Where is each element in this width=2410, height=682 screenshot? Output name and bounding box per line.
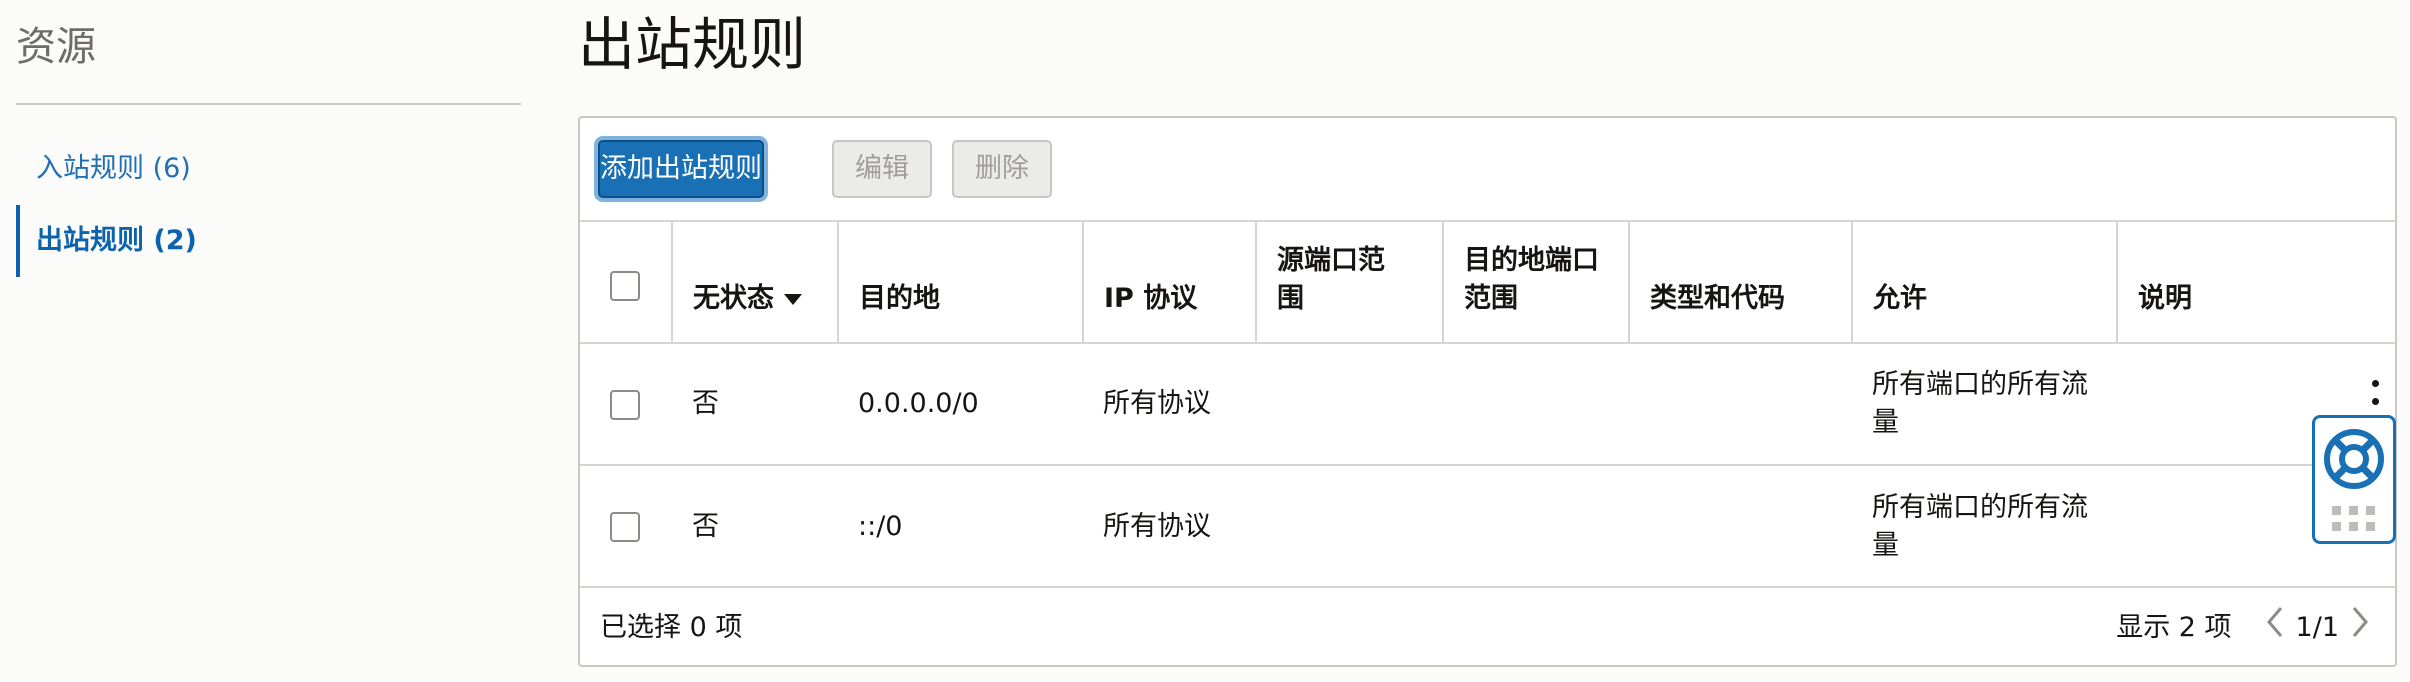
lifebuoy-icon[interactable]: [2323, 428, 2385, 494]
column-header-source-port-range: 源端口范 围: [1255, 220, 1443, 343]
cell-destination-ports: [1443, 464, 1629, 587]
help-widget[interactable]: [2312, 415, 2396, 544]
cell-allows: 所有端口的所有流 量: [1852, 464, 2117, 587]
cell-source-ports: [1256, 342, 1443, 465]
table-row[interactable]: 否 ::/0 所有协议 所有端口的所有流 量: [580, 464, 2395, 587]
delete-button[interactable]: 删除: [952, 140, 1052, 198]
row-select-cell: [580, 464, 672, 587]
cell-allows-text: 所有端口的所有流 量: [1872, 369, 2088, 438]
column-header-destination: 目的地: [837, 220, 1083, 343]
rules-panel: 添加出站规则 编辑 删除 无状态 目的地 IP 协议 源端口范 围 目的地端口 …: [578, 116, 2397, 667]
cell-protocol: 所有协议: [1083, 342, 1256, 465]
row-checkbox[interactable]: [610, 512, 640, 542]
table-header-row: 无状态 目的地 IP 协议 源端口范 围 目的地端口 范围 类型和代码 允许 说…: [580, 220, 2395, 343]
column-header-allows: 允许: [1851, 220, 2117, 343]
drag-grip-icon[interactable]: [2332, 506, 2376, 536]
add-egress-rule-button[interactable]: 添加出站规则: [598, 140, 764, 198]
row-select-cell: [580, 342, 672, 465]
selected-count: 已选择 0 项: [600, 612, 743, 643]
select-all-checkbox[interactable]: [610, 270, 640, 301]
column-header-description: 说明: [2116, 220, 2395, 343]
cell-type-code: [1629, 342, 1852, 465]
sidebar-title: 资源: [16, 24, 96, 70]
edit-button[interactable]: 编辑: [832, 140, 932, 198]
cell-destination: ::/0: [838, 464, 1083, 587]
cell-allows: 所有端口的所有流 量: [1852, 342, 2117, 465]
column-header-label: 源端口范 围: [1277, 245, 1385, 314]
cell-allows-text: 所有端口的所有流 量: [1872, 491, 2088, 561]
cell-type-code: [1629, 464, 1852, 587]
rules-table: 无状态 目的地 IP 协议 源端口范 围 目的地端口 范围 类型和代码 允许 说…: [580, 220, 2395, 587]
table-footer: 已选择 0 项 显示 2 项 1/1: [580, 586, 2395, 665]
chevron-right-icon[interactable]: [2351, 588, 2369, 665]
cell-stateless: 否: [672, 342, 838, 465]
cell-destination: 0.0.0.0/0: [838, 342, 1083, 465]
cell-destination-ports: [1443, 342, 1629, 465]
table-row[interactable]: 否 0.0.0.0/0 所有协议 所有端口的所有流 量: [580, 342, 2395, 465]
sort-caret-icon[interactable]: [784, 294, 802, 305]
column-header-label: 无状态: [693, 283, 774, 314]
column-header-type-and-code: 类型和代码: [1628, 220, 1852, 343]
cell-protocol: 所有协议: [1083, 464, 1256, 587]
cell-stateless: 否: [672, 464, 838, 587]
page-title: 出站规则: [578, 12, 806, 78]
kebab-dot: [2371, 380, 2379, 387]
chevron-left-icon[interactable]: [2266, 588, 2284, 665]
select-all-cell: [580, 220, 672, 343]
pagination: 显示 2 项 1/1: [2116, 588, 2381, 665]
showing-count: 显示 2 项: [2116, 612, 2232, 643]
column-header-destination-port-range: 目的地端口 范围: [1442, 220, 1629, 343]
page-indicator: 1/1: [2295, 612, 2339, 643]
toolbar: 添加出站规则 编辑 删除: [580, 118, 2395, 220]
cell-source-ports: [1256, 464, 1443, 587]
sidebar-item-egress-rules[interactable]: 出站规则 (2): [16, 205, 521, 277]
column-header-label: 目的地端口 范围: [1464, 245, 1599, 314]
column-header-ip-protocol: IP 协议: [1082, 220, 1256, 343]
column-header-stateless[interactable]: 无状态: [671, 220, 838, 343]
kebab-dot: [2371, 397, 2379, 405]
row-checkbox[interactable]: [610, 389, 640, 420]
sidebar-divider: [16, 103, 521, 105]
sidebar-item-ingress-rules[interactable]: 入站规则 (6): [16, 133, 521, 205]
